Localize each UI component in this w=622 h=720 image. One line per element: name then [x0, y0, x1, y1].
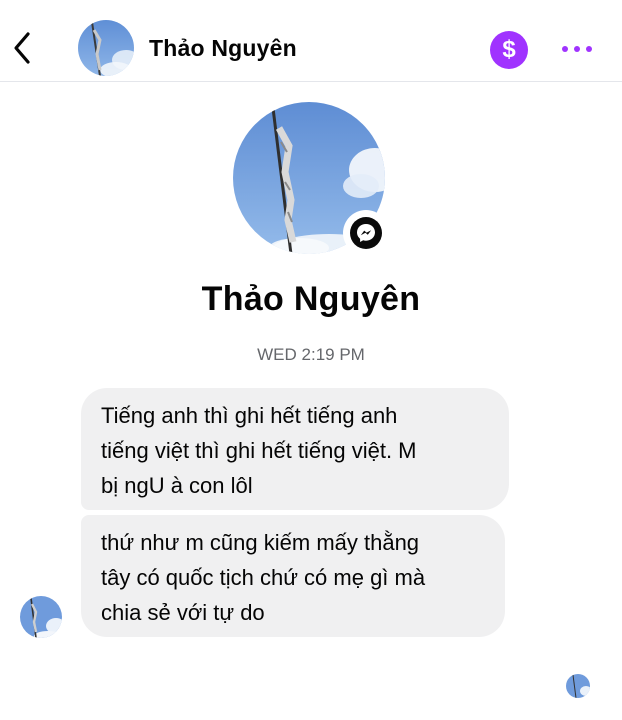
- back-button[interactable]: [10, 30, 36, 66]
- avatar-image: [20, 596, 62, 638]
- avatar-image: [566, 674, 590, 698]
- contact-name[interactable]: Thảo Nguyên: [149, 35, 297, 62]
- message-text-line: bị ngU à con lôl: [101, 473, 253, 498]
- profile-name: Thảo Nguyên: [201, 280, 421, 318]
- more-dots-icon: [562, 46, 568, 52]
- message-text-line: tây có quốc tịch chứ có mẹ gì mà: [101, 565, 426, 590]
- message-text-line: Tiếng anh thì ghi hết tiếng anh: [101, 403, 398, 428]
- message-bubble[interactable]: thứ như m cũng kiếm mấy thằng tây có quố…: [81, 515, 505, 637]
- chevron-left-icon: [14, 32, 30, 64]
- conversation-header: Thảo Nguyên $: [0, 0, 622, 82]
- messenger-badge: [343, 210, 389, 256]
- more-options-button[interactable]: [560, 38, 594, 58]
- payment-button[interactable]: $: [490, 31, 528, 69]
- message-bubble[interactable]: Tiếng anh thì ghi hết tiếng anh tiếng vi…: [81, 388, 509, 510]
- avatar-image: [78, 20, 134, 76]
- contact-avatar[interactable]: [78, 20, 134, 76]
- messenger-icon: [357, 224, 375, 242]
- message-text-line: thứ như m cũng kiếm mấy thằng: [101, 530, 420, 555]
- more-dots-icon: [586, 46, 592, 52]
- dollar-circle-icon: $: [502, 36, 516, 63]
- more-dots-icon: [574, 46, 580, 52]
- read-receipt-avatar: [566, 674, 590, 698]
- message-text-line: chia sẻ với tự do: [101, 600, 265, 625]
- message-timestamp: WED 2:19 PM: [257, 345, 365, 364]
- sender-avatar[interactable]: [20, 596, 62, 638]
- message-text-line: tiếng việt thì ghi hết tiếng việt. M: [101, 438, 417, 463]
